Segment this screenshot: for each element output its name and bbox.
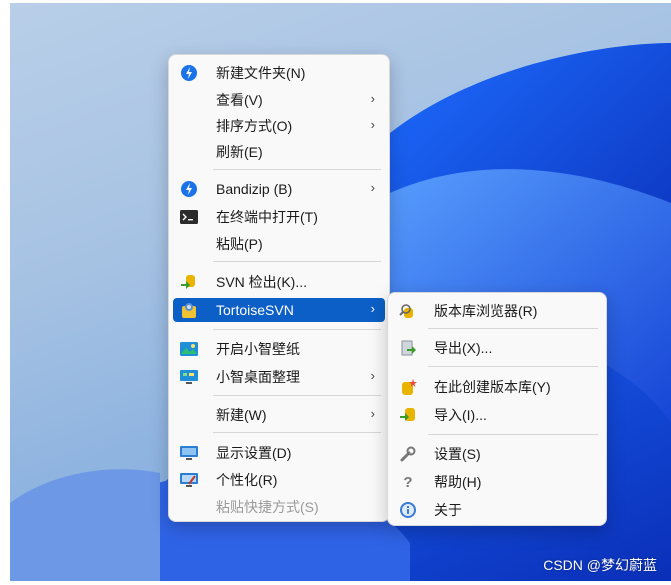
menu-item-view[interactable]: 查看(V) › xyxy=(173,88,385,112)
settings-wrench-icon xyxy=(399,446,417,462)
menu-item-label: 查看(V) xyxy=(216,92,263,108)
menu-item-label: 关于 xyxy=(434,502,462,518)
repo-browser-icon xyxy=(399,303,417,319)
menu-item-label: 版本库浏览器(R) xyxy=(434,303,538,319)
personalize-icon xyxy=(180,472,198,488)
menu-item-label: 新建文件夹(N) xyxy=(216,65,306,81)
menu-separator xyxy=(213,261,381,262)
menu-item-label: 设置(S) xyxy=(434,446,481,462)
menu-item-label: 导出(X)... xyxy=(434,340,493,356)
menu-item-paste-shortcut[interactable]: 粘贴快捷方式(S) xyxy=(173,495,385,519)
menu-item-new[interactable]: 新建(W) › xyxy=(173,403,385,427)
menu-item-label: 刷新(E) xyxy=(216,144,263,160)
about-icon xyxy=(399,502,417,518)
csdn-watermark: CSDN @梦幻蔚蓝 xyxy=(543,557,657,573)
menu-item-label: 个性化(R) xyxy=(216,472,278,488)
menu-item-label: Bandizip (B) xyxy=(216,181,293,197)
menu-item-repo-browser[interactable]: 版本库浏览器(R) xyxy=(392,299,602,323)
menu-item-sort-by[interactable]: 排序方式(O) › xyxy=(173,114,385,138)
menu-item-open-in-terminal[interactable]: 在终端中打开(T) xyxy=(173,205,385,229)
export-icon xyxy=(399,340,417,356)
desktop-context-menu: 新建文件夹(N) 查看(V) › 排序方式(O) › 刷新(E) Bandizi… xyxy=(168,54,390,522)
menu-item-label: 导入(I)... xyxy=(434,407,487,423)
menu-item-label: 在终端中打开(T) xyxy=(216,209,318,225)
menu-separator xyxy=(428,366,598,367)
bandizip-icon xyxy=(180,181,198,197)
menu-item-label: 粘贴快捷方式(S) xyxy=(216,499,319,515)
chevron-right-icon: › xyxy=(370,180,375,195)
menu-item-about[interactable]: 关于 xyxy=(392,498,602,522)
menu-item-refresh[interactable]: 刷新(E) xyxy=(173,140,385,164)
menu-item-svn-checkout[interactable]: SVN 检出(K)... xyxy=(173,270,385,294)
create-repo-icon xyxy=(399,379,417,395)
menu-item-desktop-organize[interactable]: 小智桌面整理 › xyxy=(173,365,385,389)
menu-item-label: 帮助(H) xyxy=(434,474,482,490)
menu-item-settings[interactable]: 设置(S) xyxy=(392,442,602,466)
chevron-right-icon: › xyxy=(370,406,375,421)
menu-item-paste[interactable]: 粘贴(P) xyxy=(173,232,385,256)
menu-separator xyxy=(213,395,381,396)
new-folder-icon xyxy=(180,65,198,81)
menu-item-display-settings[interactable]: 显示设置(D) xyxy=(173,441,385,465)
wallpaper-icon xyxy=(180,341,198,357)
menu-item-create-repo[interactable]: 在此创建版本库(Y) xyxy=(392,375,602,399)
menu-separator xyxy=(428,434,598,435)
menu-item-bandizip[interactable]: Bandizip (B) › xyxy=(173,177,385,201)
chevron-right-icon: › xyxy=(370,368,375,383)
menu-item-label: TortoiseSVN xyxy=(216,302,294,318)
menu-item-personalize[interactable]: 个性化(R) xyxy=(173,468,385,492)
menu-item-label: 开启小智壁纸 xyxy=(216,341,300,357)
import-icon xyxy=(399,407,417,423)
display-icon xyxy=(180,445,198,461)
menu-item-label: 显示设置(D) xyxy=(216,445,292,461)
tortoisesvn-submenu: 版本库浏览器(R) 导出(X)... 在此创建版本库(Y) 导入(I)... 设… xyxy=(387,292,607,526)
terminal-icon xyxy=(180,209,198,225)
chevron-right-icon: › xyxy=(370,91,375,106)
menu-item-export[interactable]: 导出(X)... xyxy=(392,336,602,360)
menu-separator xyxy=(213,329,381,330)
menu-item-label: 排序方式(O) xyxy=(216,118,293,134)
menu-item-label: SVN 检出(K)... xyxy=(216,274,308,290)
desktop-organize-icon xyxy=(180,369,198,385)
menu-item-new-folder[interactable]: 新建文件夹(N) xyxy=(173,61,385,85)
menu-item-help[interactable]: ? 帮助(H) xyxy=(392,470,602,494)
chevron-right-icon: › xyxy=(370,117,375,132)
menu-separator xyxy=(213,169,381,170)
tortoisesvn-icon xyxy=(180,302,198,318)
chevron-right-icon: › xyxy=(370,301,375,316)
menu-separator xyxy=(213,432,381,433)
menu-item-enable-wallpaper[interactable]: 开启小智壁纸 xyxy=(173,337,385,361)
svn-checkout-icon xyxy=(180,274,198,290)
menu-item-label: 小智桌面整理 xyxy=(216,369,300,385)
menu-item-label: 粘贴(P) xyxy=(216,236,263,252)
menu-item-tortoisesvn[interactable]: TortoiseSVN › xyxy=(173,298,385,322)
help-icon: ? xyxy=(403,473,413,491)
menu-item-import[interactable]: 导入(I)... xyxy=(392,403,602,427)
menu-separator xyxy=(428,328,598,329)
menu-item-label: 在此创建版本库(Y) xyxy=(434,379,551,395)
menu-item-label: 新建(W) xyxy=(216,407,267,423)
